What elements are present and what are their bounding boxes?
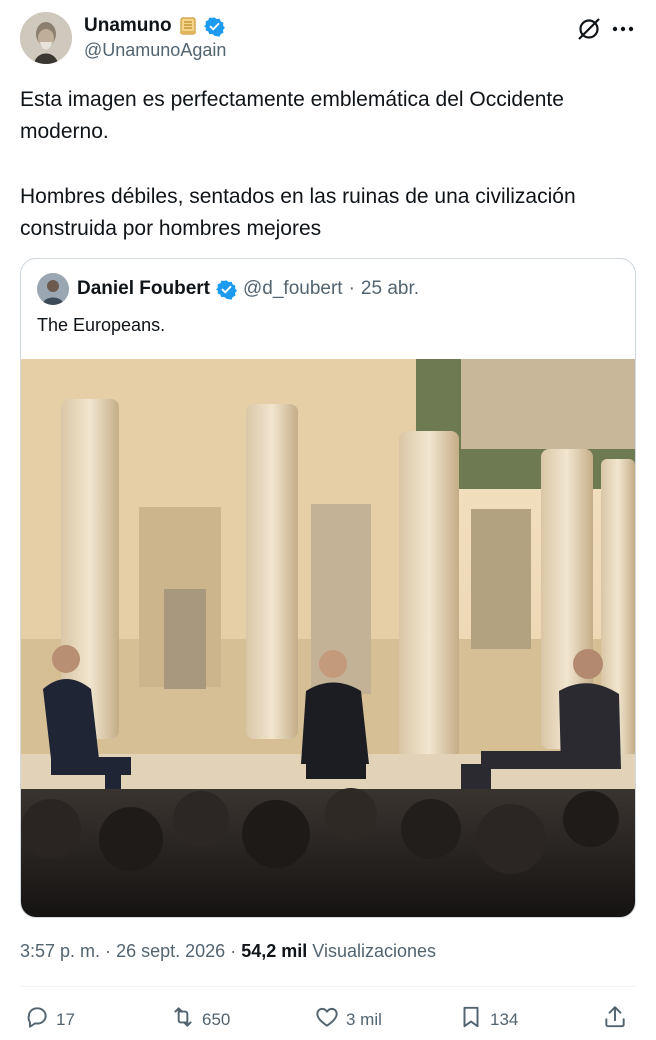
verified-badge-icon [203,16,225,37]
repost-button[interactable]: 650 [170,1004,230,1035]
quoted-tweet-date[interactable]: 25 abr. [361,278,419,300]
author-handle[interactable]: @UnamunoAgain [84,38,226,62]
author-name[interactable]: Unamuno [84,14,172,38]
scroll-emoji-icon [178,16,198,36]
quoted-author-name[interactable]: Daniel Foubert [77,278,210,300]
quoted-author-handle[interactable]: @d_foubert [243,278,343,300]
separator-dot: · [105,941,112,961]
tweet-paragraph: Esta imagen es perfectamente emblemática… [20,88,564,143]
more-icon[interactable] [610,16,636,42]
like-count: 3 mil [346,1009,382,1029]
separator-dot: · [348,278,355,299]
tweet-text: Esta imagen es perfectamente emblemática… [20,84,630,245]
author-avatar[interactable] [20,12,72,64]
verified-badge-icon [216,279,237,300]
reply-icon [24,1004,50,1035]
quoted-tweet-text: The Europeans. [37,315,166,335]
action-bar: 17 650 3 mil 134 [20,998,636,1040]
quoted-tweet[interactable]: Daniel Foubert @d_foubert · 25 abr. The … [20,258,636,918]
views-label: Visualizaciones [312,941,437,961]
grok-icon[interactable] [576,16,602,42]
repost-icon [170,1004,196,1035]
reply-button[interactable]: 17 [24,1004,75,1035]
reply-count: 17 [56,1009,75,1029]
separator-dot: · [230,941,237,961]
quoted-tweet-photo[interactable] [21,359,635,917]
bookmark-button[interactable]: 134 [458,1004,518,1035]
share-button[interactable] [602,1004,628,1035]
tweet-date[interactable]: 26 sept. 2026 [116,941,225,961]
like-button[interactable]: 3 mil [314,1004,382,1035]
tweet-meta: 3:57 p. m. · 26 sept. 2026 · 54,2 mil Vi… [20,938,436,964]
tweet-paragraph: Hombres débiles, sentados en las ruinas … [20,185,576,240]
divider [20,986,636,987]
tweet-header: Unamuno @UnamunoAgain [20,12,640,66]
repost-count: 650 [202,1009,231,1029]
heart-icon [314,1004,340,1035]
share-icon [602,1004,628,1035]
tweet-time[interactable]: 3:57 p. m. [20,941,100,961]
views-count[interactable]: 54,2 mil [241,941,307,961]
quoted-tweet-header: Daniel Foubert @d_foubert · 25 abr. [37,273,419,305]
bookmark-count: 134 [490,1009,519,1029]
quoted-author-avatar[interactable] [37,273,69,305]
bookmark-icon [458,1004,484,1035]
